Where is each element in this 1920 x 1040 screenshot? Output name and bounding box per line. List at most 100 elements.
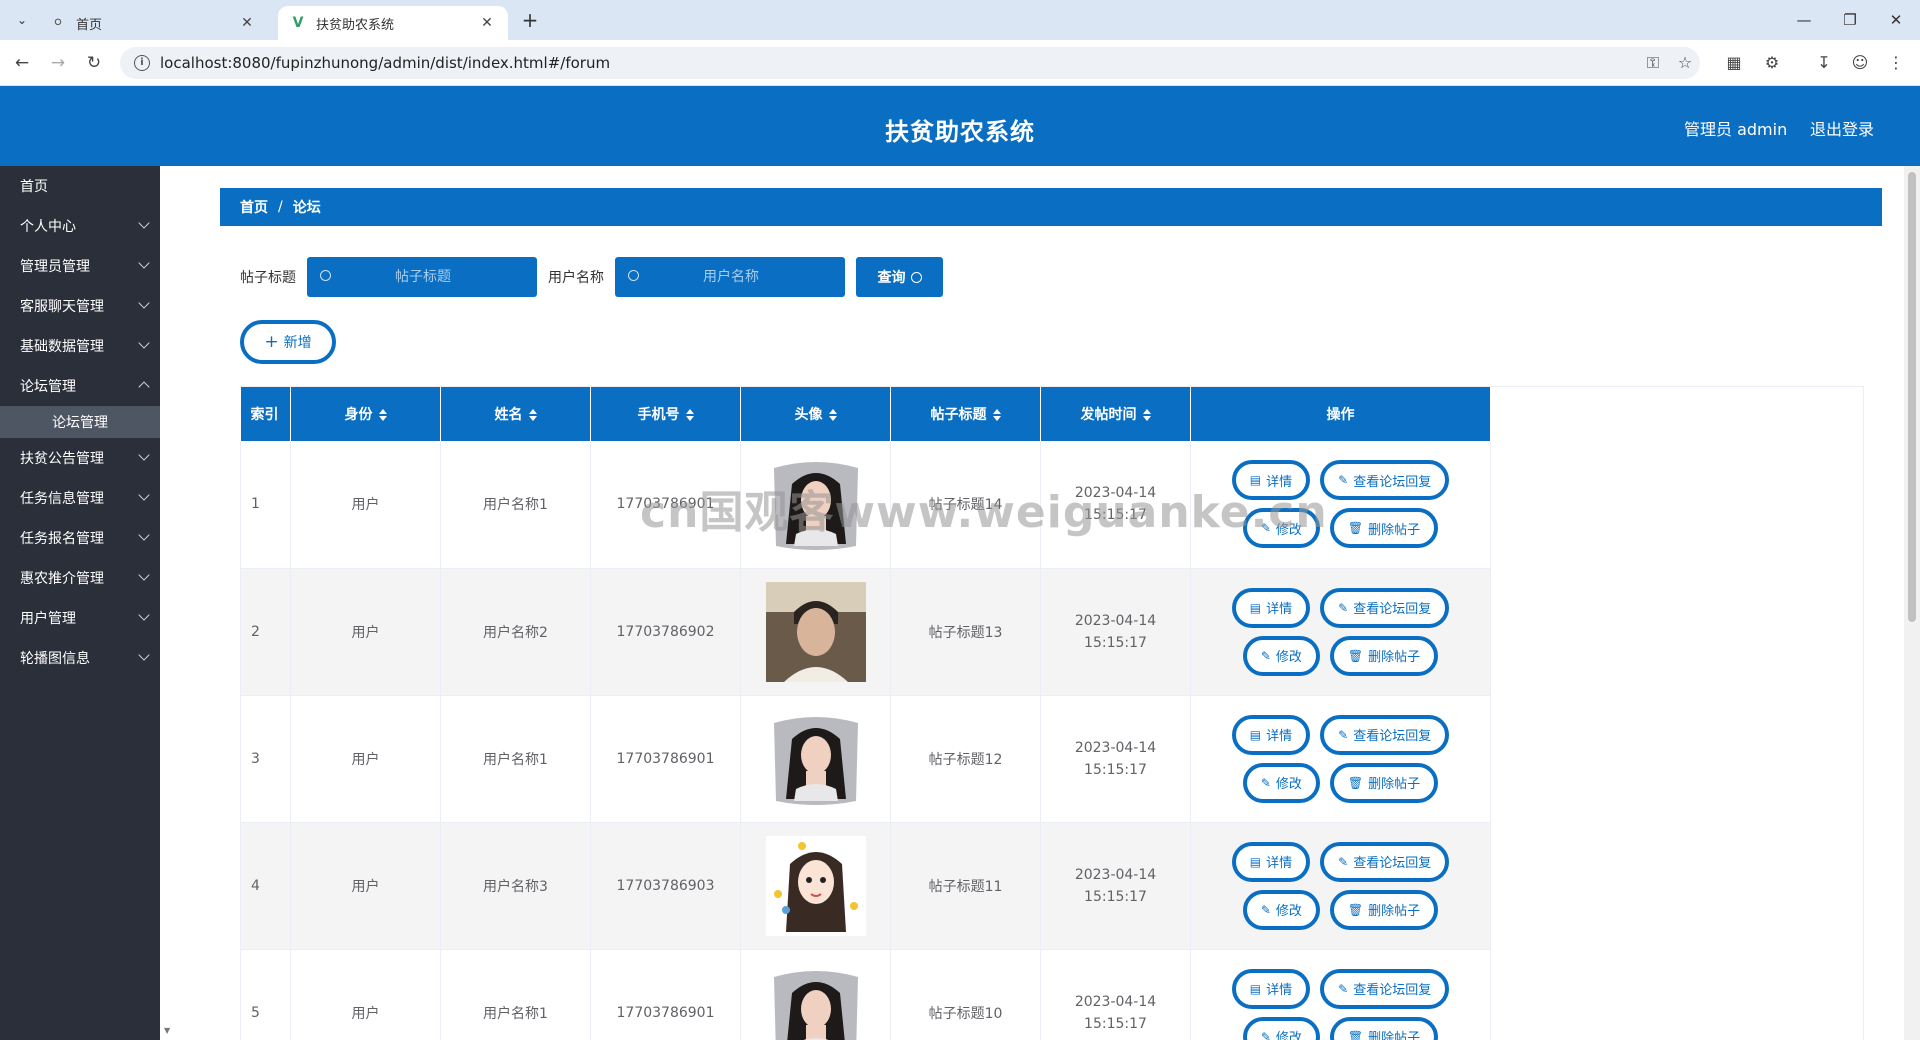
- app-header: 扶贫助农系统 管理员 admin 退出登录: [0, 86, 1920, 166]
- edit-button[interactable]: ✎ 修改: [1242, 508, 1320, 549]
- chevron-down-icon: [138, 569, 150, 581]
- sidebar-item-carousel[interactable]: 轮播图信息: [0, 638, 160, 678]
- user-name-input[interactable]: [651, 269, 811, 285]
- delete-button[interactable]: 🗑 删除帖子: [1329, 889, 1439, 930]
- sidebar-item-users[interactable]: 用户管理: [0, 598, 160, 638]
- trash-icon: 🗑: [1347, 1029, 1364, 1040]
- detail-button[interactable]: ▤ 详情: [1231, 460, 1311, 501]
- query-label: 查询: [877, 270, 906, 286]
- sort-icon[interactable]: [685, 409, 694, 421]
- edit-button[interactable]: ✎ 修改: [1242, 889, 1320, 930]
- sort-icon[interactable]: [528, 409, 537, 421]
- sidebar-item-home[interactable]: 首页: [0, 166, 160, 206]
- forum-table: 索引 身份 姓名 手机号 头像 帖子标题 发帖时间 操作 1 用户 用户名称1 177…: [240, 386, 1864, 1040]
- sidebar-item-tasks[interactable]: 任务信息管理: [0, 478, 160, 518]
- edit-button[interactable]: ✎ 修改: [1242, 635, 1320, 676]
- sort-icon[interactable]: [992, 409, 1001, 421]
- detail-button[interactable]: ▤ 详情: [1231, 587, 1311, 628]
- col-post-time[interactable]: 发帖时间: [1040, 387, 1191, 441]
- new-tab-icon[interactable]: +: [518, 9, 542, 33]
- edit-button[interactable]: ✎ 修改: [1242, 1016, 1320, 1040]
- view-replies-button[interactable]: ✎ 查看论坛回复: [1320, 968, 1450, 1009]
- logout-link[interactable]: 退出登录: [1810, 116, 1874, 140]
- avatar[interactable]: [765, 835, 866, 936]
- back-icon[interactable]: ←: [10, 51, 34, 75]
- plus-icon: +: [264, 332, 279, 352]
- site-info-icon[interactable]: i: [134, 55, 150, 71]
- col-name[interactable]: 姓名: [440, 387, 591, 441]
- detail-button[interactable]: ▤ 详情: [1231, 968, 1311, 1009]
- view-replies-button[interactable]: ✎ 查看论坛回复: [1320, 587, 1450, 628]
- sidebar-item-chat[interactable]: 客服聊天管理: [0, 286, 160, 326]
- col-phone[interactable]: 手机号: [590, 387, 741, 441]
- document-icon: ▤: [1249, 473, 1262, 488]
- tab-home[interactable]: ⚪ 首页 ✕: [38, 6, 268, 40]
- sort-icon[interactable]: [828, 409, 837, 421]
- key-icon[interactable]: ⚿: [1640, 47, 1666, 79]
- sidebar-item-signups[interactable]: 任务报名管理: [0, 518, 160, 558]
- close-window-icon[interactable]: ✕: [1876, 8, 1916, 32]
- edit-pen-icon: ✎: [1338, 854, 1349, 869]
- view-replies-button[interactable]: ✎ 查看论坛回复: [1320, 714, 1450, 755]
- profile-icon[interactable]: ☺: [1848, 51, 1872, 75]
- detail-button[interactable]: ▤ 详情: [1231, 714, 1311, 755]
- edit-pen-icon: ✎: [1260, 775, 1271, 790]
- avatar[interactable]: [765, 708, 866, 809]
- view-replies-button[interactable]: ✎ 查看论坛回复: [1320, 841, 1450, 882]
- cell-name: 用户名称2: [440, 568, 591, 696]
- extensions-icon[interactable]: ⚙: [1760, 51, 1784, 75]
- sidebar-item-profile[interactable]: 个人中心: [0, 206, 160, 246]
- sidebar-item-label: 客服聊天管理: [20, 299, 104, 315]
- restore-icon[interactable]: ❐: [1830, 8, 1870, 32]
- minimize-icon[interactable]: —: [1784, 8, 1824, 32]
- sort-icon[interactable]: [1142, 409, 1151, 421]
- cell-post-title: 帖子标题12: [890, 695, 1041, 823]
- avatar[interactable]: [765, 581, 866, 682]
- chevron-down-icon: [138, 337, 150, 349]
- close-icon[interactable]: ✕: [238, 15, 256, 31]
- col-role[interactable]: 身份: [290, 387, 441, 441]
- forward-icon[interactable]: →: [46, 51, 70, 75]
- download-icon[interactable]: ↧: [1812, 51, 1836, 75]
- sidebar-item-notices[interactable]: 扶贫公告管理: [0, 438, 160, 478]
- scrollbar-thumb[interactable]: [1908, 172, 1916, 622]
- sidebar-item-basedata[interactable]: 基础数据管理: [0, 326, 160, 366]
- cell-index: 1: [240, 441, 291, 569]
- sort-icon[interactable]: [378, 409, 387, 421]
- document-icon: ▤: [1249, 981, 1262, 996]
- view-replies-button[interactable]: ✎ 查看论坛回复: [1320, 460, 1450, 501]
- extension-crop-icon[interactable]: ▦: [1722, 51, 1746, 75]
- delete-button[interactable]: 🗑 删除帖子: [1329, 762, 1439, 803]
- sidebar-item-promotions[interactable]: 惠农推介管理: [0, 558, 160, 598]
- cell-post-time: 2023-04-14 15:15:17: [1040, 822, 1191, 950]
- post-title-input[interactable]: [343, 269, 503, 285]
- globe-icon: ⚪: [52, 15, 64, 31]
- avatar[interactable]: [765, 962, 866, 1040]
- breadcrumb-home[interactable]: 首页: [240, 197, 268, 217]
- delete-button[interactable]: 🗑 删除帖子: [1329, 508, 1439, 549]
- tab-search-icon[interactable]: ⌄: [10, 8, 34, 32]
- cell-name: 用户名称1: [440, 949, 591, 1040]
- edit-pen-icon: ✎: [1260, 1029, 1271, 1040]
- url-field[interactable]: i localhost:8080/fupinzhunong/admin/dist…: [120, 47, 1700, 79]
- more-menu-icon[interactable]: ⋮: [1884, 51, 1908, 75]
- delete-button[interactable]: 🗑 删除帖子: [1329, 1016, 1439, 1040]
- reload-icon[interactable]: ↻: [82, 51, 106, 75]
- close-icon[interactable]: ✕: [478, 15, 496, 31]
- scroll-down-arrow-icon[interactable]: ▼: [164, 1026, 170, 1035]
- add-button[interactable]: + 新增: [240, 320, 336, 364]
- col-avatar[interactable]: 头像: [740, 387, 891, 441]
- sidebar-item-admins[interactable]: 管理员管理: [0, 246, 160, 286]
- edit-button[interactable]: ✎ 修改: [1242, 762, 1320, 803]
- query-button[interactable]: 查询: [856, 257, 943, 297]
- avatar[interactable]: [765, 454, 866, 555]
- detail-button[interactable]: ▤ 详情: [1231, 841, 1311, 882]
- star-icon[interactable]: ☆: [1672, 47, 1698, 79]
- cell-role: 用户: [290, 441, 441, 569]
- sidebar-item-forum[interactable]: 论坛管理: [0, 366, 160, 406]
- delete-button[interactable]: 🗑 删除帖子: [1329, 635, 1439, 676]
- tab-system[interactable]: V 扶贫助农系统 ✕: [278, 6, 508, 40]
- col-post-title[interactable]: 帖子标题: [890, 387, 1041, 441]
- sidebar-subitem-forum-manage[interactable]: 论坛管理: [0, 406, 160, 438]
- page-scrollbar[interactable]: [1904, 166, 1920, 1040]
